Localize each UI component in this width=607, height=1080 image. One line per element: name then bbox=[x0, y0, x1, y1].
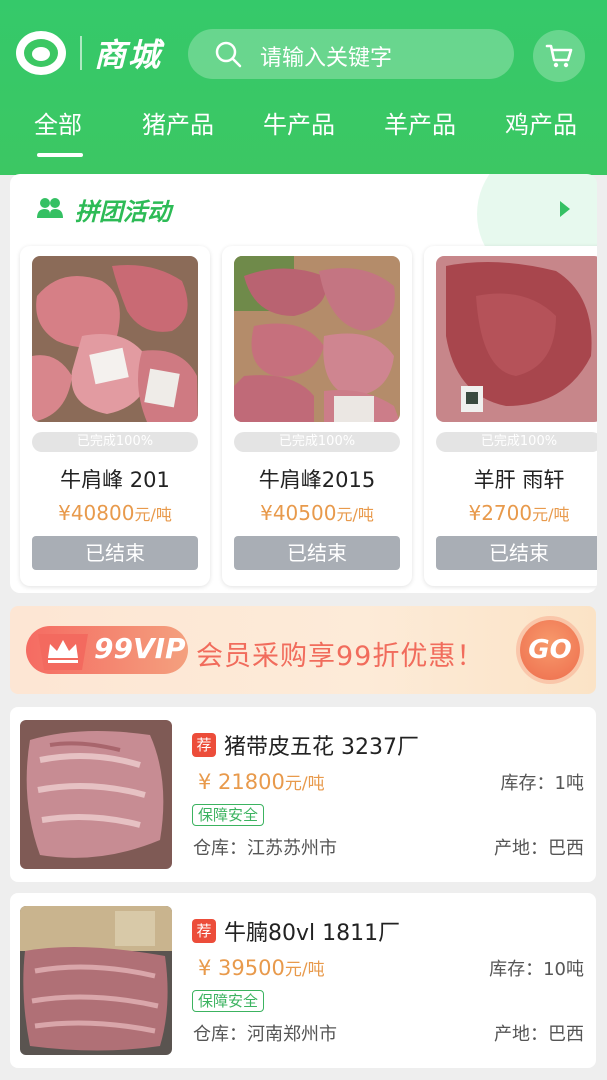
vip-slogan: 会员采购享99折优惠！ bbox=[196, 641, 485, 672]
price-unit: 元/吨 bbox=[336, 505, 374, 524]
vip-banner[interactable]: 99VIP 会员采购享99折优惠！ GO bbox=[10, 606, 596, 694]
price-unit: 元/吨 bbox=[284, 960, 325, 980]
ended-button[interactable]: 已结束 bbox=[234, 536, 400, 570]
group-product-card[interactable]: 已完成100% 牛肩峰 201 ¥40800元/吨 已结束 bbox=[20, 246, 210, 586]
stock-label: 库存：1吨 bbox=[500, 773, 584, 794]
cart-icon bbox=[545, 44, 573, 68]
origin-label: 产地：巴西 bbox=[494, 838, 584, 859]
product-image bbox=[234, 256, 400, 422]
users-icon bbox=[37, 198, 63, 218]
safety-badge: 保障安全 bbox=[192, 990, 265, 1012]
group-product-card[interactable]: 已完成100% 牛肩峰2015 ¥40500元/吨 已结束 bbox=[222, 246, 412, 586]
product-image bbox=[32, 256, 198, 422]
tab-chicken[interactable]: 鸡产品 bbox=[505, 105, 577, 140]
product-price: ¥2700元/吨 bbox=[424, 501, 597, 525]
tab-beef[interactable]: 牛产品 bbox=[263, 105, 335, 140]
product-name: 羊肝 雨轩 bbox=[473, 468, 565, 492]
logo-divider bbox=[80, 36, 82, 70]
progress-label: 已完成100% bbox=[436, 432, 597, 452]
product-image bbox=[20, 906, 172, 1055]
group-product-card[interactable]: 已完成100% 羊肝 雨轩 ¥2700元/吨 已结束 bbox=[424, 246, 597, 586]
recommend-tag: 荐 bbox=[192, 919, 216, 943]
crown-icon bbox=[38, 634, 88, 670]
vip-badge: 99VIP bbox=[26, 626, 188, 674]
warehouse-label: 仓库：江苏苏州市 bbox=[193, 838, 337, 859]
tab-active-indicator bbox=[37, 153, 83, 157]
search-placeholder: 请输入关键字 bbox=[260, 46, 393, 71]
progress-label: 已完成100% bbox=[234, 432, 400, 452]
go-button[interactable]: GO bbox=[520, 620, 580, 680]
tab-lamb[interactable]: 羊产品 bbox=[384, 105, 456, 140]
product-image bbox=[436, 256, 597, 422]
product-price: ¥40800元/吨 bbox=[20, 501, 210, 525]
product-price: ¥40500元/吨 bbox=[222, 501, 412, 525]
product-price: ¥ 21800元/吨 bbox=[198, 769, 325, 794]
search-input[interactable]: 请输入关键字 bbox=[188, 29, 514, 79]
product-name: 牛肩峰 201 bbox=[60, 468, 170, 492]
search-icon bbox=[215, 41, 242, 68]
product-title: 猪带皮五花 3237厂 bbox=[224, 735, 419, 760]
warehouse-label: 仓库：河南郑州市 bbox=[193, 1024, 337, 1045]
stock-label: 库存：10吨 bbox=[489, 959, 584, 980]
brand-title: 商城 bbox=[94, 36, 163, 74]
product-image bbox=[20, 720, 172, 869]
group-buy-title: 拼团活动 bbox=[75, 198, 171, 226]
category-tabs: 全部 猪产品 牛产品 羊产品 鸡产品 bbox=[0, 105, 607, 157]
recommend-tag: 荐 bbox=[192, 733, 216, 757]
price-unit: 元/吨 bbox=[134, 505, 172, 524]
price-value: ¥40500 bbox=[260, 501, 337, 525]
price-unit: 元/吨 bbox=[532, 505, 570, 524]
price-value: ¥ 39500 bbox=[198, 956, 285, 980]
progress-label: 已完成100% bbox=[32, 432, 198, 452]
header: 商城 请输入关键字 全部 猪产品 牛产品 羊产品 鸡产品 bbox=[0, 0, 607, 175]
origin-label: 产地：巴西 bbox=[494, 1024, 584, 1045]
tab-all[interactable]: 全部 bbox=[34, 105, 82, 140]
product-title: 牛腩80vl 1811厂 bbox=[224, 921, 401, 946]
cart-button[interactable] bbox=[533, 30, 585, 82]
vip-badge-text: 99VIP bbox=[94, 632, 186, 665]
product-name: 牛肩峰2015 bbox=[258, 468, 376, 492]
tab-pork[interactable]: 猪产品 bbox=[142, 105, 214, 140]
arrow-right-icon[interactable] bbox=[558, 200, 572, 218]
price-unit: 元/吨 bbox=[284, 774, 325, 794]
price-value: ¥ 21800 bbox=[198, 770, 285, 794]
app-logo-icon bbox=[16, 31, 66, 75]
ended-button[interactable]: 已结束 bbox=[436, 536, 597, 570]
list-item[interactable]: 荐 猪带皮五花 3237厂 ¥ 21800元/吨 库存：1吨 保障安全 仓库：江… bbox=[10, 707, 596, 882]
list-item[interactable]: 荐 牛腩80vl 1811厂 ¥ 39500元/吨 库存：10吨 保障安全 仓库… bbox=[10, 893, 596, 1068]
group-buy-section: 拼团活动 已完成100% 牛肩峰 201 ¥40800元/吨 已结束 已完成10… bbox=[10, 174, 597, 593]
price-value: ¥2700 bbox=[468, 501, 533, 525]
price-value: ¥40800 bbox=[58, 501, 135, 525]
product-price: ¥ 39500元/吨 bbox=[198, 955, 325, 980]
ended-button[interactable]: 已结束 bbox=[32, 536, 198, 570]
safety-badge: 保障安全 bbox=[192, 804, 265, 826]
